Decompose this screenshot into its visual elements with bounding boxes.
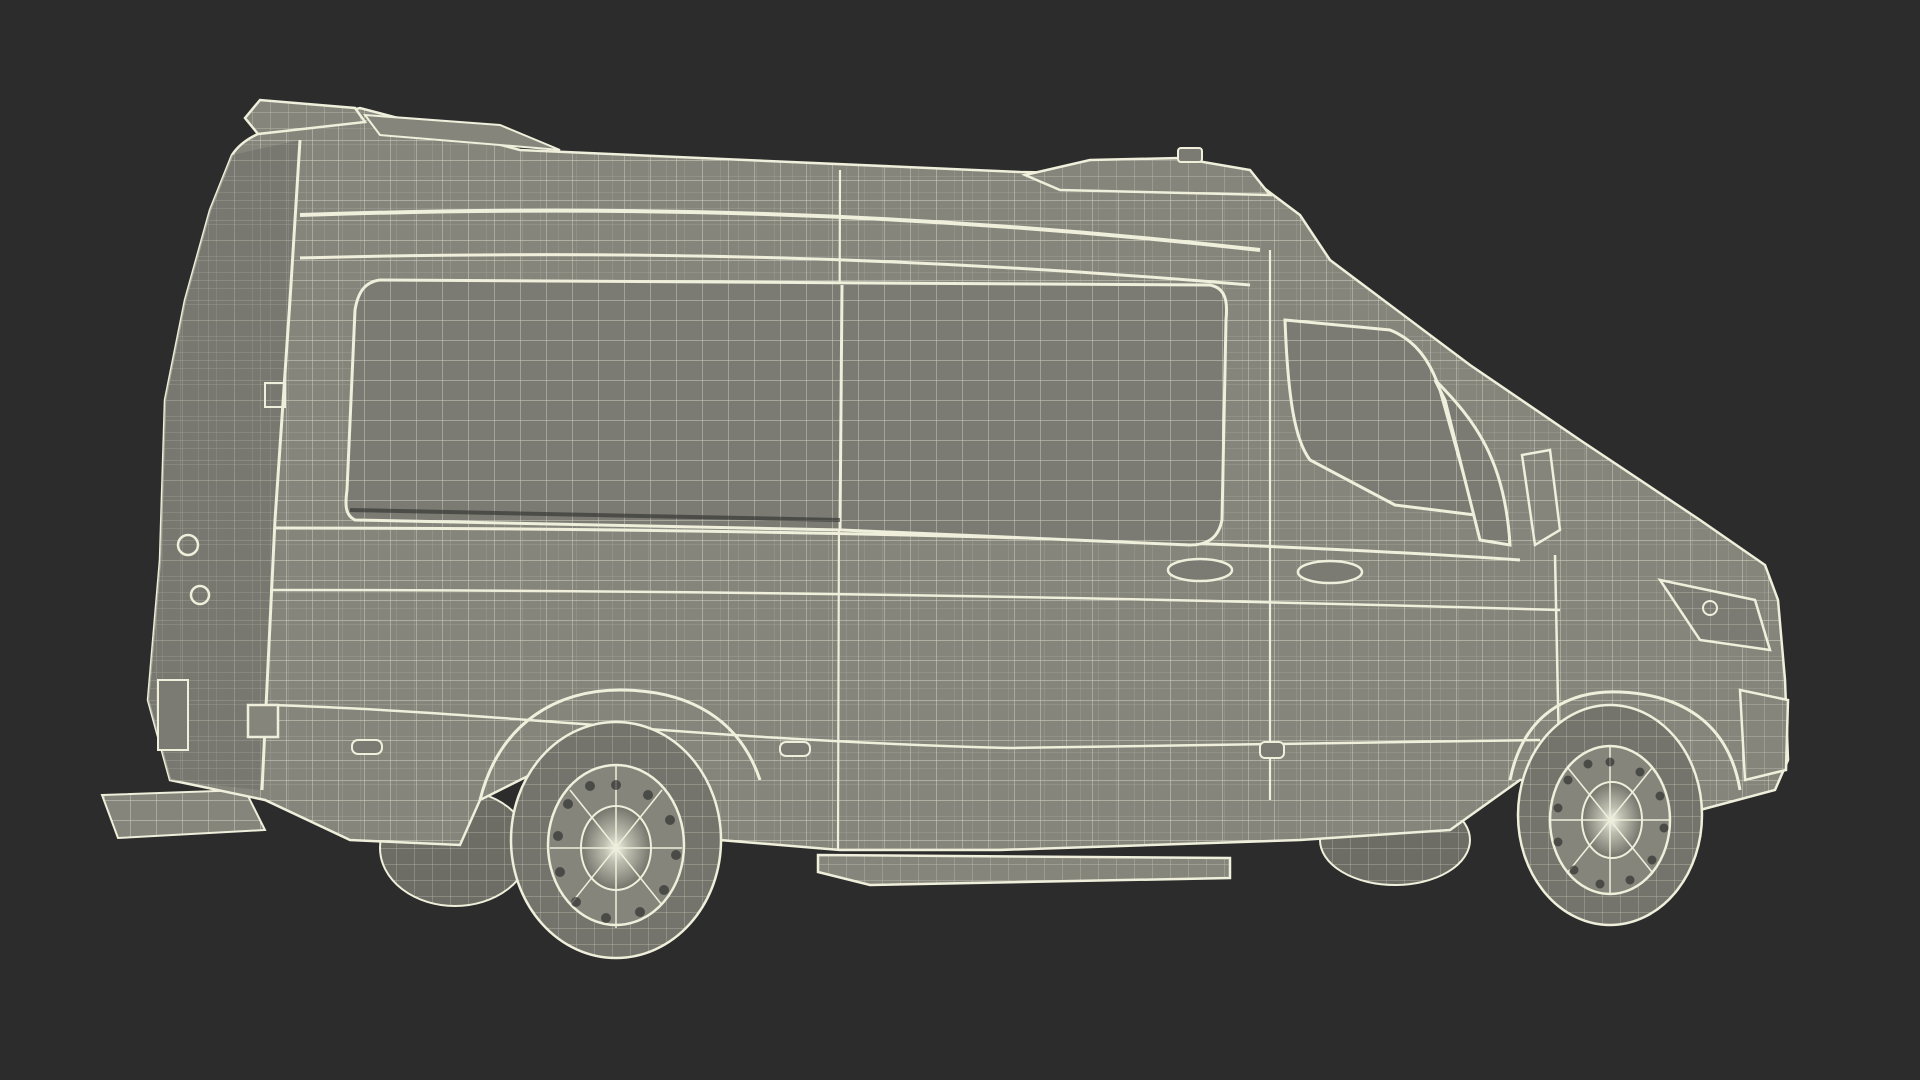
rear-step-bumper xyxy=(100,788,267,840)
front-bumper xyxy=(1738,688,1790,782)
rear-wheel xyxy=(509,720,723,960)
running-board xyxy=(816,853,1232,887)
roof-lightbar-front xyxy=(1020,147,1273,197)
front-wheel xyxy=(1516,703,1704,927)
van-wireframe-render xyxy=(100,98,1790,960)
viewport xyxy=(0,0,1920,1080)
side-window xyxy=(344,278,1229,547)
